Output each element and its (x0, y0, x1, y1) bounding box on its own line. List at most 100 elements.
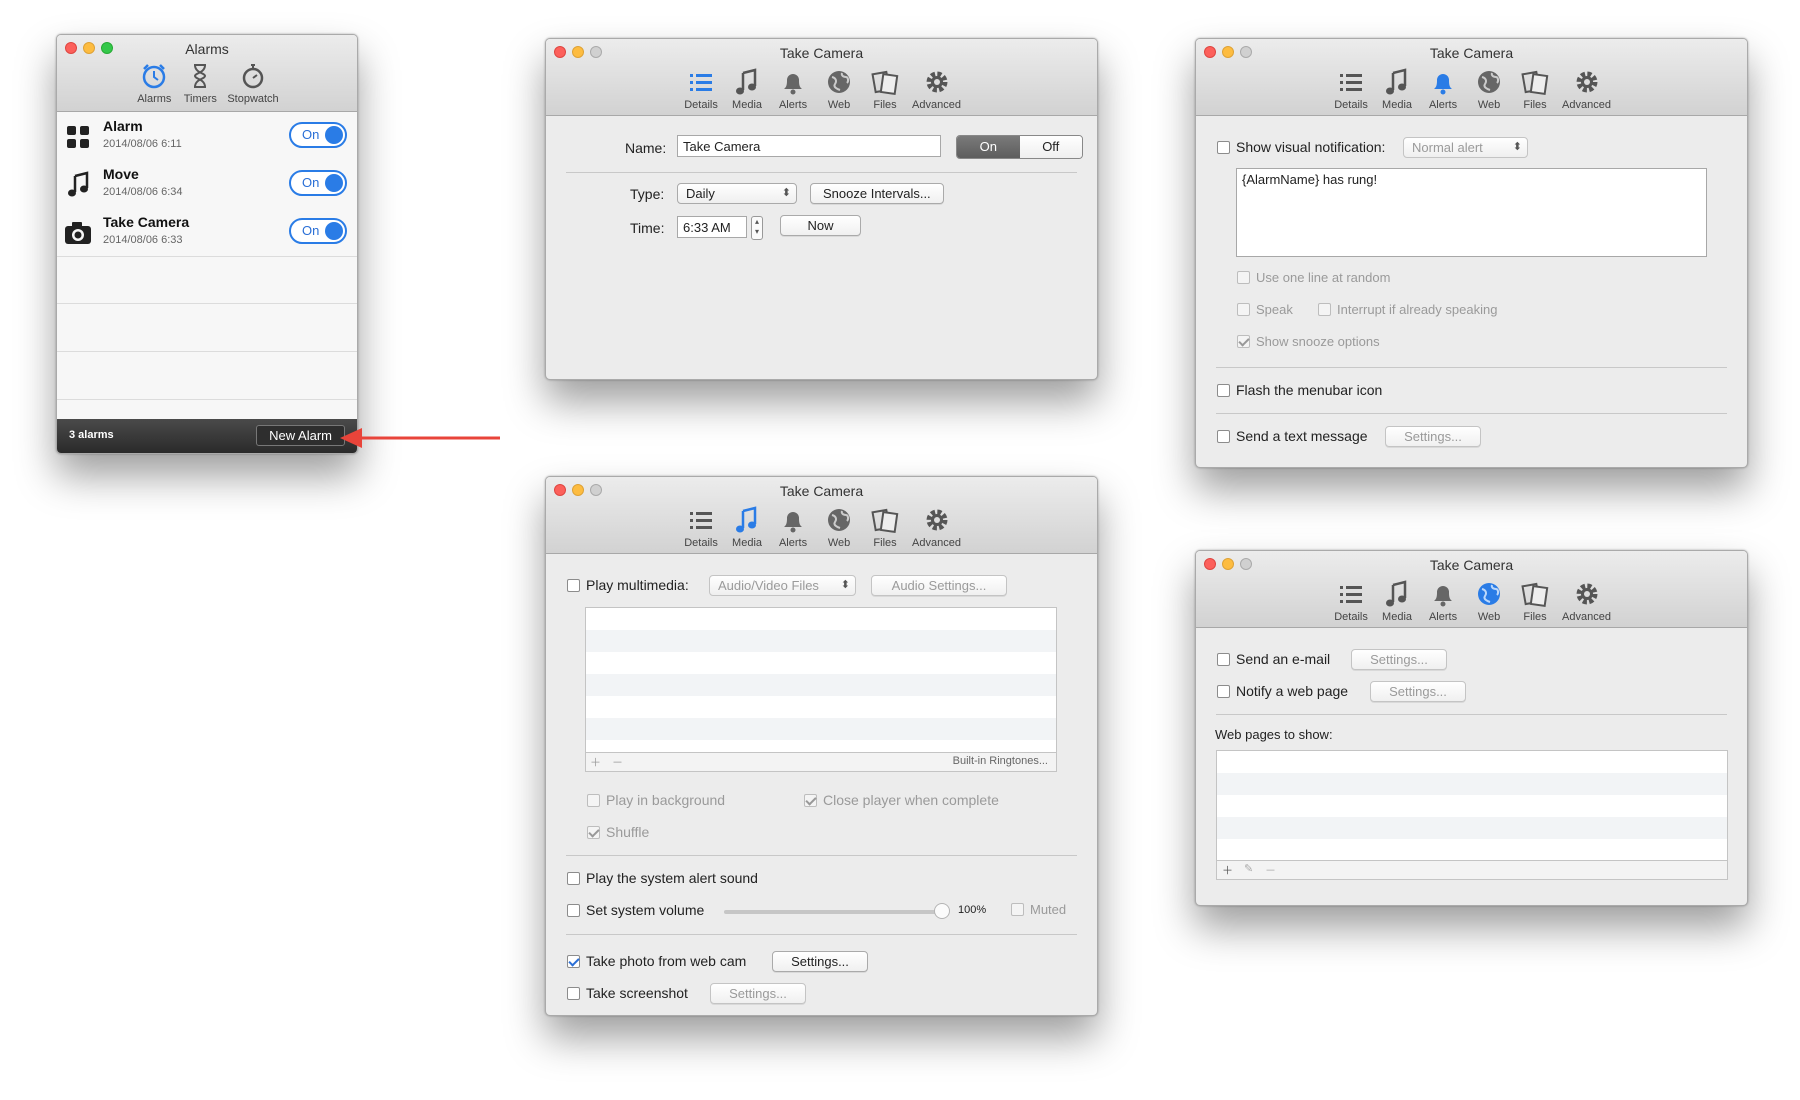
interrupt-row[interactable]: Interrupt if already speaking (1318, 302, 1497, 317)
alarm-toggle[interactable]: On (289, 218, 347, 244)
take-screenshot-checkbox[interactable] (567, 986, 580, 1000)
tab-alerts[interactable]: Alerts (1422, 579, 1464, 623)
alarm-name: Alarm (103, 118, 143, 134)
tab-advanced[interactable]: Advanced (1560, 67, 1613, 111)
tab-files[interactable]: Files (864, 505, 906, 549)
media-source-popup[interactable]: Audio/Video Files (709, 575, 856, 596)
take-screenshot-row[interactable]: Take screenshot (567, 985, 688, 1001)
one-line-row[interactable]: Use one line at random (1237, 270, 1390, 285)
tab-alerts[interactable]: Alerts (1422, 67, 1464, 111)
one-line-checkbox[interactable] (1237, 271, 1250, 284)
send-email-row[interactable]: Send an e-mail (1217, 651, 1330, 667)
send-text-checkbox[interactable] (1217, 429, 1230, 443)
tab-timers[interactable]: Timers (179, 61, 221, 105)
alarm-toggle[interactable]: On (289, 122, 347, 148)
tab-media[interactable]: Media (726, 505, 768, 549)
alarm-row-move[interactable]: Move 2014/08/06 6:34 On (57, 160, 357, 209)
audio-settings-button[interactable]: Audio Settings... (871, 575, 1007, 596)
take-photo-settings-button[interactable]: Settings... (772, 951, 868, 972)
alarm-date: 2014/08/06 6:11 (103, 138, 182, 150)
web-pages-list[interactable] (1216, 750, 1728, 862)
close-player-checkbox[interactable] (804, 793, 817, 807)
time-field[interactable]: 6:33 AM (677, 216, 747, 238)
take-photo-checkbox[interactable] (567, 954, 580, 968)
shuffle-row[interactable]: Shuffle (587, 824, 649, 840)
show-visual-row[interactable]: Show visual notification: (1217, 139, 1385, 155)
shuffle-checkbox[interactable] (587, 825, 600, 839)
volume-slider-knob[interactable] (934, 903, 950, 919)
send-email-checkbox[interactable] (1217, 652, 1230, 666)
new-alarm-button[interactable]: New Alarm (256, 425, 345, 446)
tab-web[interactable]: Web (818, 505, 860, 549)
snooze-intervals-button[interactable]: Snooze Intervals... (810, 183, 944, 204)
system-volume-checkbox[interactable] (567, 903, 580, 917)
show-visual-checkbox[interactable] (1217, 140, 1230, 154)
ringtones-popup[interactable]: Built-in Ringtones... (953, 755, 1048, 767)
off-segment[interactable]: Off (1019, 136, 1082, 158)
edit-page-icon[interactable]: ✎ (1244, 862, 1253, 875)
tab-alarms[interactable]: Alarms (133, 61, 175, 105)
remove-page-button[interactable]: － (1265, 862, 1276, 878)
alarm-toggle[interactable]: On (289, 170, 347, 196)
tab-details[interactable]: Details (680, 67, 722, 111)
remove-media-button[interactable]: － (612, 754, 623, 770)
text-settings-button[interactable]: Settings... (1385, 426, 1481, 447)
speak-row[interactable]: Speak (1237, 302, 1293, 317)
snooze-options-checkbox[interactable] (1237, 335, 1250, 348)
tab-alerts[interactable]: Alerts (772, 505, 814, 549)
volume-slider[interactable] (724, 903, 950, 919)
tab-details[interactable]: Details (1330, 579, 1372, 623)
tab-files[interactable]: Files (1514, 67, 1556, 111)
alarm-row-take-camera[interactable]: Take Camera 2014/08/06 6:33 On (57, 208, 357, 257)
tab-details[interactable]: Details (1330, 67, 1372, 111)
alert-type-popup[interactable]: Normal alert (1403, 137, 1528, 158)
tab-media[interactable]: Media (1376, 579, 1418, 623)
on-segment[interactable]: On (957, 136, 1020, 158)
screenshot-settings-button[interactable]: Settings... (710, 983, 806, 1004)
system-alert-row[interactable]: Play the system alert sound (567, 870, 758, 886)
tab-advanced[interactable]: Advanced (910, 67, 963, 111)
notify-settings-button[interactable]: Settings... (1370, 681, 1466, 702)
media-list[interactable] (585, 607, 1057, 754)
time-stepper[interactable]: ▴ ▾ (751, 216, 763, 240)
interrupt-checkbox[interactable] (1318, 303, 1331, 316)
email-settings-button[interactable]: Settings... (1351, 649, 1447, 670)
flash-menubar-checkbox[interactable] (1217, 383, 1230, 397)
stopwatch-icon (242, 64, 264, 89)
tab-advanced[interactable]: Advanced (1560, 579, 1613, 623)
tab-media[interactable]: Media (1376, 67, 1418, 111)
system-alert-checkbox[interactable] (567, 871, 580, 885)
play-background-checkbox[interactable] (587, 793, 600, 807)
notify-web-checkbox[interactable] (1217, 684, 1230, 698)
message-textarea[interactable]: {AlarmName} has rung! (1236, 168, 1707, 257)
add-page-button[interactable]: ＋ (1222, 862, 1233, 878)
muted-row[interactable]: Muted (1011, 902, 1066, 917)
type-popup[interactable]: Daily (677, 183, 797, 204)
tab-alerts[interactable]: Alerts (772, 67, 814, 111)
tab-web[interactable]: Web (1468, 67, 1510, 111)
tab-web[interactable]: Web (1468, 579, 1510, 623)
close-player-row[interactable]: Close player when complete (804, 792, 999, 808)
tab-files[interactable]: Files (1514, 579, 1556, 623)
now-button[interactable]: Now (780, 215, 861, 236)
muted-checkbox[interactable] (1011, 903, 1024, 916)
speak-checkbox[interactable] (1237, 303, 1250, 316)
tab-media[interactable]: Media (726, 67, 768, 111)
system-volume-row[interactable]: Set system volume (567, 902, 704, 918)
tab-web[interactable]: Web (818, 67, 860, 111)
tab-details[interactable]: Details (680, 505, 722, 549)
name-field[interactable]: Take Camera (677, 135, 941, 157)
send-text-row[interactable]: Send a text message (1217, 428, 1368, 444)
play-multimedia-checkbox[interactable] (567, 578, 580, 592)
tab-advanced[interactable]: Advanced (910, 505, 963, 549)
flash-menubar-row[interactable]: Flash the menubar icon (1217, 382, 1382, 398)
play-multimedia-row[interactable]: Play multimedia: (567, 577, 689, 593)
snooze-options-row[interactable]: Show snooze options (1237, 334, 1380, 349)
play-background-row[interactable]: Play in background (587, 792, 725, 808)
add-media-button[interactable]: ＋ (590, 754, 601, 770)
take-photo-row[interactable]: Take photo from web cam (567, 953, 746, 969)
tab-stopwatch[interactable]: Stopwatch (225, 61, 280, 105)
alarm-row-alarm[interactable]: Alarm 2014/08/06 6:11 On (57, 112, 357, 161)
tab-files[interactable]: Files (864, 67, 906, 111)
notify-web-row[interactable]: Notify a web page (1217, 683, 1348, 699)
